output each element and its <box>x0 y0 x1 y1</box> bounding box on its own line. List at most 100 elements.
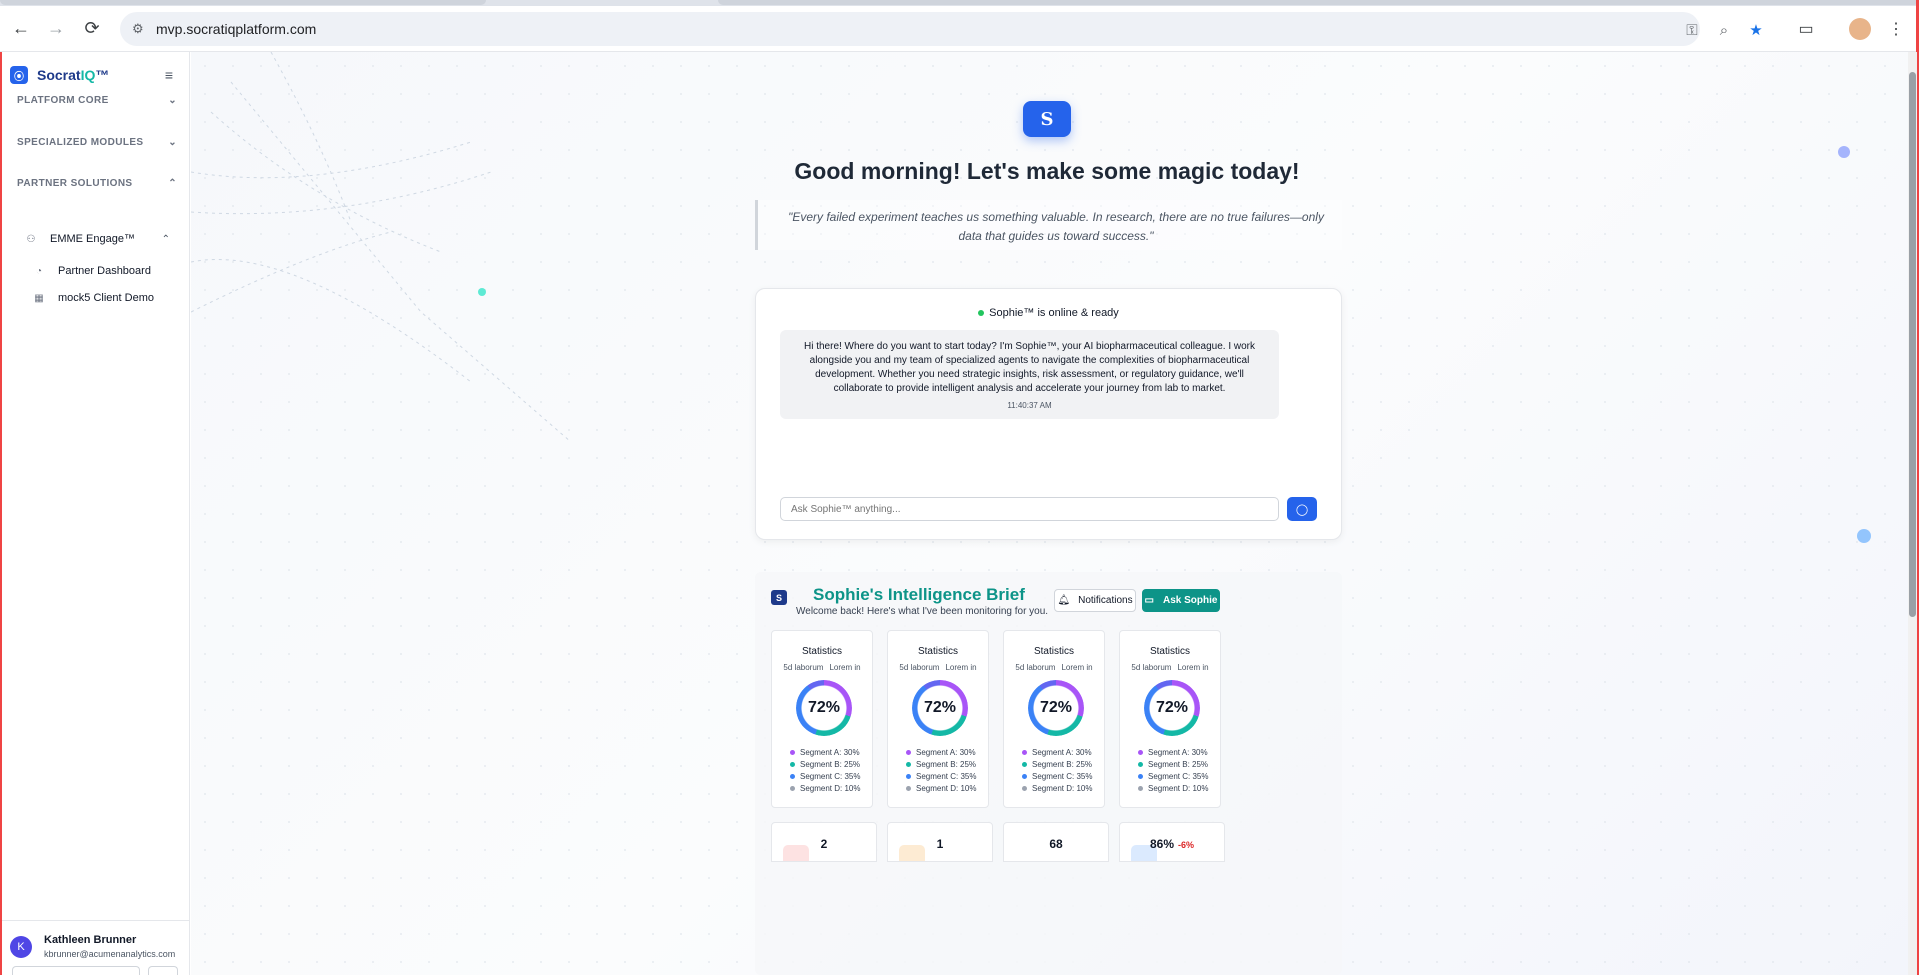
legend-swatch <box>906 761 911 767</box>
online-status: Sophie™ is online & ready <box>756 307 1341 319</box>
metric-value: 68 <box>1049 837 1063 851</box>
legend-swatch <box>790 785 795 791</box>
logout-button[interactable] <box>148 966 178 975</box>
sidebar-item-partner-dashboard[interactable]: ◔ Partner Dashboard <box>32 264 151 278</box>
metric-card[interactable]: 2 <box>771 822 877 862</box>
assistant-message: Hi there! Where do you want to start tod… <box>780 330 1279 419</box>
legend-swatch <box>1138 761 1143 767</box>
brand[interactable]: ⦿ SocratIQ™ <box>10 66 109 84</box>
decoration-dot <box>1857 529 1871 543</box>
browser-toolbar: ← → ⟳ ⚙ mvp.socratiqplatform.com ⚿ ⌕ ★ ▭… <box>0 6 1919 52</box>
send-button[interactable]: ◯ <box>1287 497 1317 521</box>
chart-legend: Segment A: 30% Segment B: 25% Segment C: 3… <box>906 746 976 794</box>
legend-item: Segment A: 30% <box>1138 746 1208 758</box>
chevron-up-icon: ⌃ <box>161 233 170 245</box>
legend-item: Segment C: 35% <box>906 770 976 782</box>
chat-panel: Sophie™ is online & ready Hi there! Wher… <box>755 288 1342 540</box>
donut-value: 72% <box>1039 699 1073 716</box>
sophie-logo: S <box>1023 101 1071 137</box>
chat-input[interactable] <box>780 497 1279 521</box>
address-bar[interactable]: ⚙ mvp.socratiqplatform.com ⚿ ⌕ ★ <box>120 12 1763 46</box>
metric-card[interactable]: 68 <box>1003 822 1109 862</box>
stat-title: Statistics <box>801 646 842 657</box>
inspirational-quote: "Every failed experiment teaches us some… <box>755 200 1342 250</box>
legend-item: Segment D: 10% <box>790 782 860 794</box>
section-platform-core[interactable]: PLATFORM CORE ⌄ <box>17 90 177 110</box>
stat-meta: 5d laborum Lorem in <box>899 663 977 672</box>
tab-search-icon[interactable]: ▭ <box>1794 17 1818 41</box>
statistics-card[interactable]: Statistics 5d laborum Lorem in 72% Segment A… <box>1003 630 1105 808</box>
zoom-icon[interactable]: ⌕ <box>1714 20 1734 40</box>
url-text[interactable]: mvp.socratiqplatform.com <box>156 21 316 37</box>
profile-avatar-icon[interactable] <box>1848 17 1872 41</box>
inactive-tab[interactable] <box>0 0 486 5</box>
handshake-icon: ⚇ <box>26 233 36 245</box>
password-key-icon[interactable]: ⚿ <box>1682 20 1702 40</box>
legend-item: Segment A: 30% <box>906 746 976 758</box>
gauge-icon: ◔ <box>35 265 43 277</box>
legend-swatch <box>1022 761 1027 767</box>
legend-item: Segment C: 35% <box>790 770 860 782</box>
forward-icon[interactable]: → <box>43 15 69 41</box>
legend-swatch <box>906 785 911 791</box>
brand-name: SocratIQ™ <box>37 67 110 83</box>
sidebar-group-emme-engage[interactable]: ⚇ EMME Engage™ ⌃ <box>24 232 170 246</box>
brief-subtitle: Welcome back! Here's what I've been moni… <box>796 606 1049 617</box>
section-specialized-modules[interactable]: SPECIALIZED MODULES ⌄ <box>17 132 177 152</box>
chat-bubble-icon: ◯ <box>1295 503 1309 516</box>
sidebar-item-mock5-client-demo[interactable]: ▦ mock5 Client Demo <box>32 291 154 305</box>
chevron-down-icon: ⌄ <box>168 94 177 106</box>
bookmark-star-icon[interactable]: ★ <box>1746 20 1766 40</box>
stat-meta: 5d laborum Lorem in <box>783 663 861 672</box>
donut-value: 72% <box>1155 699 1189 716</box>
statistics-card[interactable]: Statistics 5d laborum Lorem in 72% Segment A… <box>887 630 989 808</box>
chart-legend: Segment A: 30% Segment B: 25% Segment C: 3… <box>1022 746 1092 794</box>
chart-legend: Segment A: 30% Segment B: 25% Segment C: 3… <box>790 746 860 794</box>
browser-menu-icon[interactable]: ⋮ <box>1884 17 1908 41</box>
metric-card[interactable]: 86% -6% <box>1119 822 1225 862</box>
ask-sophie-button[interactable]: ▭ Ask Sophie <box>1142 589 1220 612</box>
user-email: kbrunner@acumenanalytics.com <box>44 949 176 959</box>
online-indicator-icon <box>978 310 985 317</box>
statistics-card[interactable]: Statistics 5d laborum Lorem in 72% Segment A… <box>1119 630 1221 808</box>
legend-item: Segment D: 10% <box>1138 782 1208 794</box>
metric-delta: -6% <box>1178 840 1195 850</box>
legend-item: Segment B: 25% <box>1022 758 1092 770</box>
reload-icon[interactable]: ⟳ <box>79 15 105 41</box>
sophie-chat-icon: S <box>771 590 787 605</box>
legend-item: Segment C: 35% <box>1138 770 1208 782</box>
metric-value: 2 <box>820 837 828 851</box>
legend-swatch <box>1022 785 1027 791</box>
statistics-card[interactable]: Statistics 5d laborum Lorem in 72% Segment A… <box>771 630 873 808</box>
message-icon: ▭ <box>1144 595 1154 606</box>
network-decoration <box>191 52 572 443</box>
chart-legend: Segment A: 30% Segment B: 25% Segment C: 3… <box>1138 746 1208 794</box>
page-title: Good morning! Let's make some magic toda… <box>794 158 1300 184</box>
brand-logo-icon: ⦿ <box>10 66 28 84</box>
settings-button[interactable] <box>12 966 140 975</box>
back-icon[interactable]: ← <box>8 15 34 41</box>
metric-card[interactable]: 1 <box>887 822 993 862</box>
metric-value: 86% -6% <box>1149 837 1195 851</box>
chevron-up-icon: ⌃ <box>168 177 177 189</box>
legend-item: Segment A: 30% <box>790 746 860 758</box>
legend-item: Segment C: 35% <box>1022 770 1092 782</box>
legend-swatch <box>1022 773 1027 779</box>
legend-swatch <box>790 761 795 767</box>
legend-swatch <box>1138 785 1143 791</box>
section-partner-solutions[interactable]: PARTNER SOLUTIONS ⌃ <box>17 173 177 193</box>
scrollbar-thumb[interactable] <box>1909 72 1916 617</box>
site-settings-icon[interactable]: ⚙ <box>132 21 148 37</box>
notifications-button[interactable]: 🔔︎ Notifications <box>1054 589 1136 612</box>
brief-title: Sophie's Intelligence Brief <box>813 585 1025 604</box>
avatar: K <box>10 936 32 958</box>
legend-swatch <box>790 749 795 755</box>
inactive-tab[interactable] <box>718 0 1919 5</box>
decoration-dot <box>1838 146 1850 158</box>
stat-title: Statistics <box>917 646 958 657</box>
stat-title: Statistics <box>1033 646 1074 657</box>
page-scrollbar[interactable] <box>1908 52 1917 975</box>
sidebar: ⦿ SocratIQ™ ≡ PLATFORM CORE ⌄ SPECIALIZED… <box>2 52 190 975</box>
stat-meta: 5d laborum Lorem in <box>1015 663 1093 672</box>
hamburger-menu-icon[interactable]: ≡ <box>160 66 178 84</box>
